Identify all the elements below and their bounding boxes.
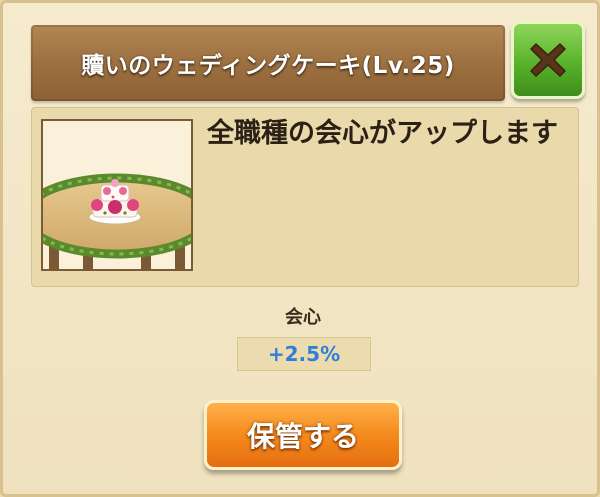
item-info-panel: 全職種の会心がアップします [31, 107, 579, 287]
wedding-cake-icon [43, 121, 191, 269]
item-image-frame [41, 119, 193, 271]
item-description: 全職種の会心がアップします [207, 118, 558, 149]
title-bar: 贖いのウェディングケーキ(Lv.25) [31, 25, 505, 101]
store-button[interactable]: 保管する [204, 400, 402, 470]
item-dialog: 贖いのウェディングケーキ(Lv.25) 全職種の会心がアップします 会心 +2.… [0, 0, 600, 497]
store-button-label: 保管する [246, 420, 359, 453]
close-button[interactable] [511, 21, 585, 99]
dialog-title: 贖いのウェディングケーキ(Lv.25) [81, 53, 455, 79]
stat-value: +2.5% [267, 342, 341, 366]
stat-value-box: +2.5% [237, 337, 371, 371]
stat-label: 会心 [285, 307, 321, 328]
x-icon [530, 43, 566, 77]
